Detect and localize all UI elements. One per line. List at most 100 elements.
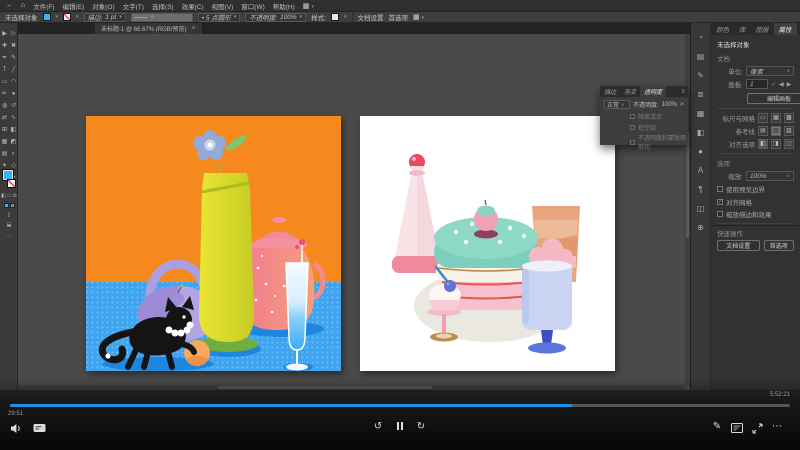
preferences-button[interactable]: 首选项 [389,12,409,22]
stroke-color-swatch[interactable] [63,13,71,21]
home-icon[interactable]: ⌂ [21,2,25,9]
menu-item[interactable]: 帮助(H) [273,1,295,11]
tool-button[interactable]: ▶ [0,28,9,40]
tool-button[interactable]: ✏ [0,88,9,100]
tool-button[interactable]: ◐ [9,148,18,160]
panel-icon[interactable]: ◫ [697,203,705,214]
stroke-swatch[interactable] [7,179,16,188]
tool-button[interactable]: ∿ [9,112,18,124]
notes-button[interactable] [730,421,744,435]
panel-tab[interactable]: 图层 [751,23,774,35]
fill-color-swatch[interactable] [43,13,51,21]
tool-button[interactable]: ✖ [9,40,18,52]
panel-tab[interactable]: 颜色 [711,23,734,35]
mini-fill-swatch[interactable] [4,203,9,208]
option-icon-button[interactable]: ▥ [771,126,781,136]
chevron-right-icon[interactable]: > [680,102,684,108]
checkbox-row[interactable]: 对齐网格 [717,197,794,207]
fullscreen-button[interactable] [750,421,764,435]
tool-button[interactable]: ↺ [9,100,18,112]
chevron-down-icon[interactable]: ▾ [76,14,79,20]
tool-button[interactable]: ▭ [0,76,9,88]
menu-item[interactable]: 文字(T) [123,1,144,11]
tool-button[interactable]: ⇄ [0,112,9,124]
replay-button[interactable]: ↺ [371,419,385,433]
mini-stroke-swatch[interactable] [10,203,15,208]
checkbox-icon[interactable] [717,199,723,205]
opacity-dropdown[interactable]: 不透明度: 100% [245,13,306,22]
artboard-1[interactable] [86,116,341,371]
quick-action-button[interactable]: 首选项 [764,240,794,251]
panel-tab[interactable]: 属性 [774,23,797,35]
unit-dropdown[interactable]: 像素 [746,66,794,76]
danmaku-button[interactable] [32,421,46,435]
style-swatch[interactable] [331,13,339,21]
option-icon-button[interactable]: ▦ [771,113,781,123]
screen-mode-icon[interactable]: ⬓ [7,222,12,228]
tool-button[interactable]: ✎ [9,52,18,64]
quick-action-button[interactable]: 文档设置 [717,240,760,251]
menu-item[interactable]: 窗口(W) [241,1,264,11]
option-icon-button[interactable]: ▧ [784,126,794,136]
tool-button[interactable]: ● [9,88,18,100]
menu-item[interactable]: 对象(O) [92,1,114,11]
progress-bar[interactable] [10,404,790,407]
menu-item[interactable]: 效果(C) [182,1,204,11]
artboard-2[interactable] [360,116,615,371]
width-profile-dropdown[interactable]: —— [131,13,193,22]
chevron-down-icon[interactable]: ▾ [56,14,59,20]
prev-artboard-icon[interactable]: ◀ [779,81,784,88]
document-tab[interactable]: 未标题-1 @ 66.67% (RGB/预览) × [95,23,203,34]
menu-item[interactable]: 编辑(E) [63,1,85,11]
panel-icon[interactable]: ≣ [697,89,704,100]
draw-mode-icon[interactable]: ▯ [8,212,11,218]
tool-button[interactable]: ◠ [9,76,18,88]
brush-definition-dropdown[interactable]: • 5 点圆形 [198,13,241,22]
artboard-input[interactable]: 1 [746,79,768,89]
panel-icon[interactable]: ▤ [697,51,705,62]
panel-icon[interactable]: ✎ [697,70,704,81]
option-icon-button[interactable]: ◧ [758,139,768,149]
edit-toolbar-icon[interactable]: … [7,232,12,238]
tool-button[interactable]: ✚ [0,40,9,52]
checkbox-icon[interactable] [717,186,723,192]
menu-item[interactable]: 选择(S) [152,1,174,11]
panel-icon[interactable]: ▦ [697,108,705,119]
document-setup-button[interactable]: 文档设置 [358,12,384,22]
panel-icon[interactable]: A [698,165,703,176]
more-options-button[interactable]: ⋯ [770,419,784,433]
volume-button[interactable] [9,421,23,435]
option-icon-button[interactable]: ◨ [771,139,781,149]
tool-button[interactable]: ◩ [9,136,18,148]
panel-icon[interactable]: ◔ [698,32,703,43]
notes-pencil-button[interactable]: ✎ [710,419,724,433]
stroke-weight-dropdown[interactable]: 描边: 1 pt [84,13,126,22]
checkbox-row[interactable]: 缩放描边和效果 [717,209,794,219]
checkbox-row[interactable]: 使用预览边界 [717,184,794,194]
option-icon-button[interactable]: ▤ [758,126,768,136]
color-mode-icon[interactable]: ⊘ [13,193,17,199]
tool-button[interactable]: ◍ [0,100,9,112]
scale-dropdown[interactable]: 100% [746,171,794,181]
color-mode-icon[interactable]: ◧ [1,193,6,199]
pause-button[interactable] [393,419,407,433]
panel-tab[interactable]: 库 [734,23,751,35]
tool-button[interactable]: ✒ [0,52,9,64]
tool-button[interactable]: ▷ [9,28,18,40]
panel-tab[interactable]: 描边 [600,86,620,97]
blend-mode-dropdown[interactable]: 正常 [604,100,630,109]
forward-button[interactable]: ↻ [414,419,428,433]
panel-icon[interactable]: ⊕ [697,222,704,233]
panel-tab[interactable]: 渐变 [620,86,640,97]
panel-icon[interactable]: ◧ [697,127,705,138]
panel-icon[interactable]: ● [698,146,703,157]
chevron-down-icon[interactable]: ▾ [344,14,347,20]
tool-button[interactable]: ▦ [0,136,9,148]
panel-tab[interactable]: 透明度 [640,86,666,97]
edit-artboards-button[interactable]: 编辑画板 [747,93,800,104]
option-icon-button[interactable]: ▭ [758,113,768,123]
tool-button[interactable]: T [0,64,9,76]
color-mode-icon[interactable]: ▭ [7,193,12,199]
color-mode-buttons[interactable]: ◧▭⊘ [1,193,17,199]
workspace-switcher-icon[interactable]: ▦ ▾ [303,2,314,10]
